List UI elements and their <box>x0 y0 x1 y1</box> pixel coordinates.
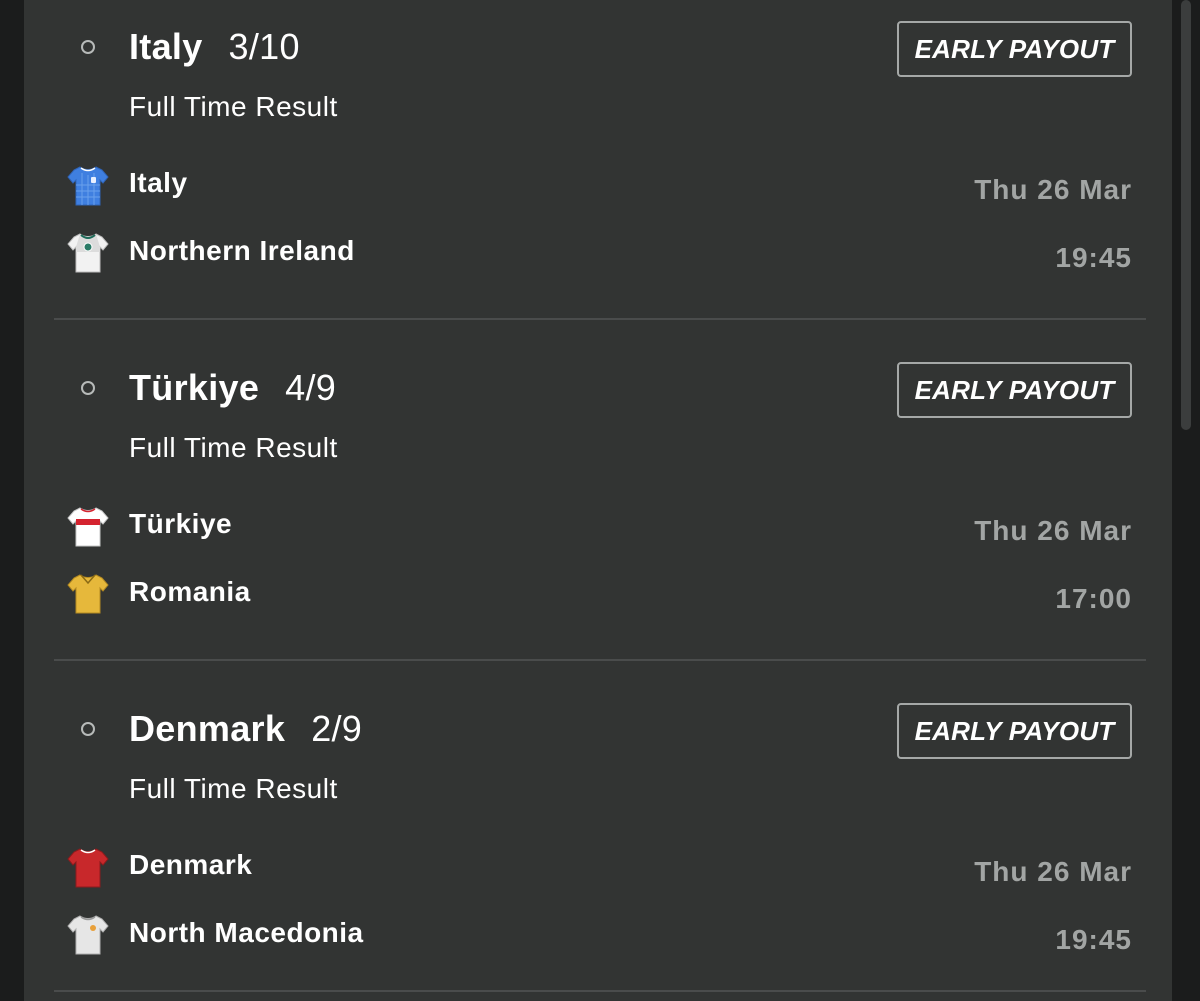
match-time: 17:00 <box>1055 583 1132 614</box>
away-team-name: Romania <box>129 576 251 607</box>
divider <box>54 318 1146 320</box>
romania-shirt-icon <box>67 574 109 614</box>
radio-button[interactable] <box>81 722 95 736</box>
selection-title: Türkiye 4/9 <box>129 367 336 409</box>
selection-odds: 4/9 <box>285 367 337 408</box>
selection-odds: 2/9 <box>311 708 363 749</box>
divider <box>54 990 1146 992</box>
match-date: Thu 26 Mar <box>974 174 1132 205</box>
selection-team: Denmark <box>129 708 286 749</box>
home-team-name: Türkiye <box>129 508 233 539</box>
radio-button[interactable] <box>81 40 95 54</box>
market-label: Full Time Result <box>129 91 338 122</box>
selection-team: Italy <box>129 26 203 67</box>
match-date: Thu 26 Mar <box>974 856 1132 887</box>
selection-odds: 3/10 <box>228 26 300 67</box>
scrollbar-thumb[interactable] <box>1181 0 1191 430</box>
selection-title: Denmark 2/9 <box>129 708 362 750</box>
northern-ireland-shirt-icon <box>67 233 109 273</box>
denmark-shirt-icon <box>67 848 109 888</box>
radio-button[interactable] <box>81 381 95 395</box>
match-time: 19:45 <box>1055 242 1132 273</box>
match-time: 19:45 <box>1055 924 1132 955</box>
away-team-name: North Macedonia <box>129 917 364 948</box>
turkiye-shirt-icon <box>67 507 109 547</box>
selection-team: Türkiye <box>129 367 260 408</box>
market-label: Full Time Result <box>129 773 338 804</box>
market-label: Full Time Result <box>129 432 338 463</box>
match-date: Thu 26 Mar <box>974 515 1132 546</box>
italy-shirt-icon <box>67 166 109 206</box>
early-payout-button[interactable]: EARLY PAYOUT <box>897 21 1132 77</box>
divider <box>54 659 1146 661</box>
away-team-name: Northern Ireland <box>129 235 355 266</box>
home-team-name: Italy <box>129 167 188 198</box>
early-payout-button[interactable]: EARLY PAYOUT <box>897 362 1132 418</box>
home-team-name: Denmark <box>129 849 253 880</box>
early-payout-button[interactable]: EARLY PAYOUT <box>897 703 1132 759</box>
north-macedonia-shirt-icon <box>67 915 109 955</box>
selection-title: Italy 3/10 <box>129 26 300 68</box>
